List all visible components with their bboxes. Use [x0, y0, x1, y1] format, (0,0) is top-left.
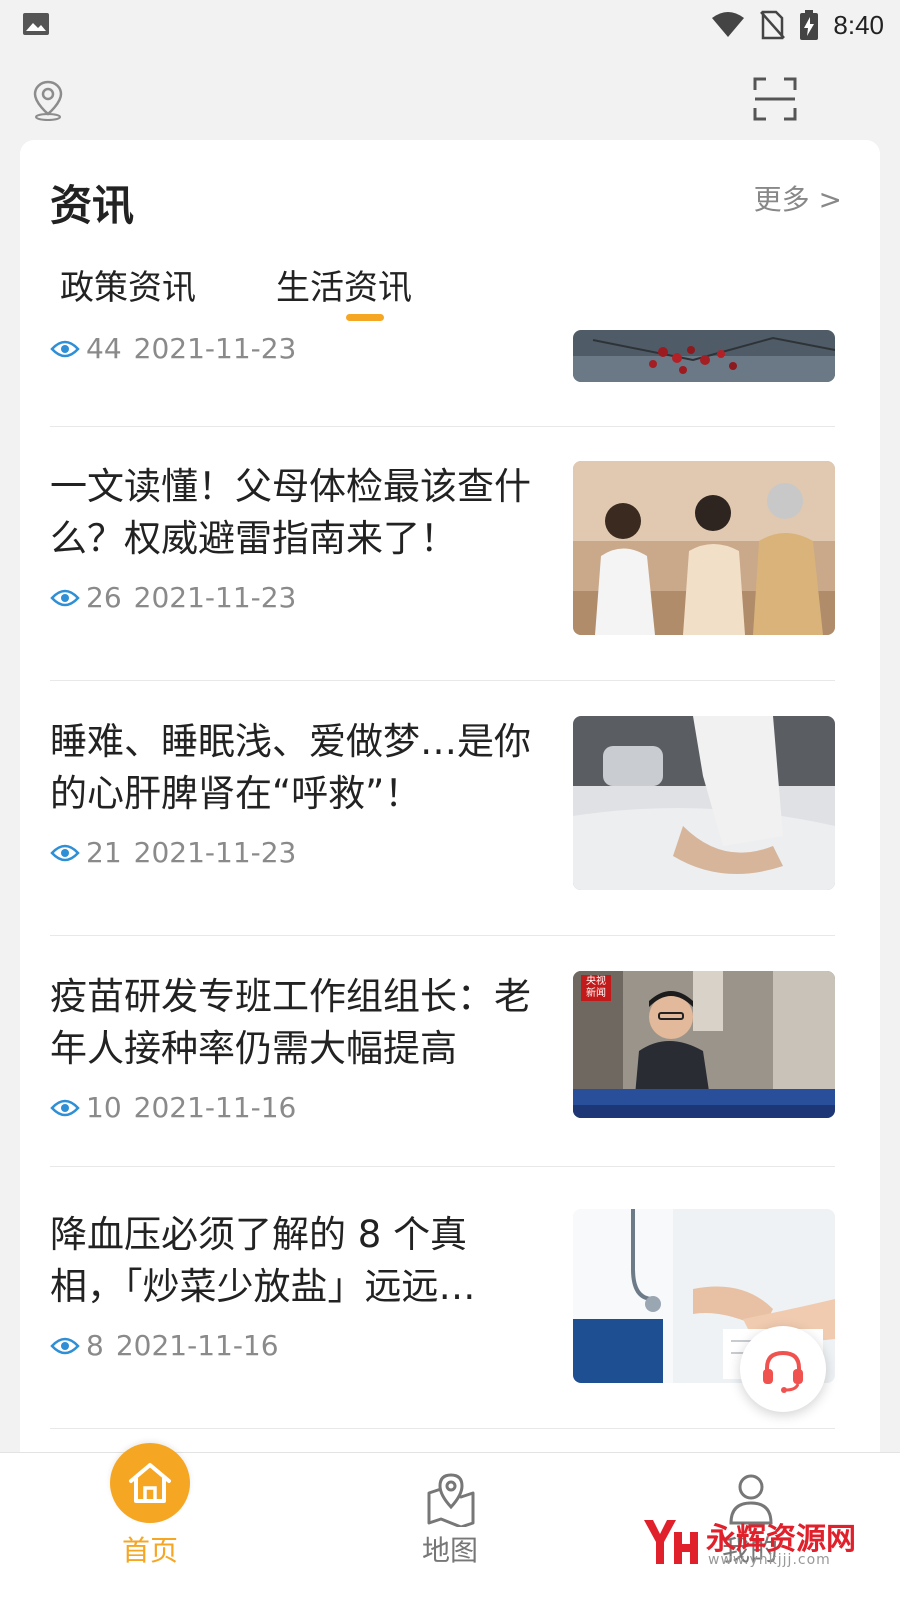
map-pin-icon	[427, 1473, 475, 1527]
news-item-meta: 8 2021-11-16	[50, 1329, 279, 1362]
status-indicators: 8:40	[711, 6, 884, 44]
view-count: 21	[86, 836, 122, 869]
app-screen: 8:40 资讯 更多 > 政策资讯 生活资讯 44 2021-11-23 一文读…	[0, 0, 900, 1600]
news-item-title: 疫苗研发专班工作组组长：老年人接种率仍需大幅提高	[50, 975, 531, 1070]
publish-date: 2021-11-23	[133, 836, 297, 869]
watermark: 永辉资源网 www.yhkjjj.com	[640, 1508, 890, 1588]
list-divider	[50, 680, 835, 681]
eye-icon	[50, 1099, 80, 1116]
active-tab-indicator	[346, 314, 384, 321]
tab-policy-news[interactable]: 政策资讯	[60, 260, 196, 309]
nav-home-label: 首页	[121, 1534, 178, 1567]
news-thumbnail	[573, 716, 835, 890]
view-count: 8	[86, 1329, 104, 1362]
publish-date: 2021-11-23	[133, 581, 297, 614]
publish-date: 2021-11-16	[133, 1091, 297, 1124]
news-thumbnail	[573, 461, 835, 635]
location-icon[interactable]	[30, 78, 66, 122]
news-thumbnail: 央视新闻	[573, 971, 835, 1118]
view-count: 10	[86, 1091, 122, 1124]
home-icon	[129, 1463, 171, 1503]
scan-icon[interactable]	[752, 76, 798, 122]
headset-icon	[763, 1350, 803, 1393]
battery-charging-icon	[800, 10, 819, 40]
news-item-meta: 21 2021-11-23	[50, 836, 296, 869]
publish-date: 2021-11-16	[115, 1329, 279, 1362]
nav-home[interactable]: 首页	[70, 1443, 230, 1600]
view-count: 26	[86, 581, 122, 614]
wifi-icon	[712, 12, 745, 37]
list-divider	[50, 1428, 835, 1429]
news-item[interactable]: 疫苗研发专班工作组组长：老年人接种率仍需大幅提高 10 2021-11-16 央…	[50, 971, 835, 1171]
thumbnail-badge: 央视新闻	[581, 975, 611, 1001]
watermark-logo	[644, 1520, 698, 1564]
view-count: 44	[86, 332, 122, 365]
status-bar: 8:40	[0, 0, 900, 50]
eye-icon	[50, 589, 80, 606]
news-item[interactable]: 降血压必须了解的 8 个真相，「炒菜少放盐」远远… 8 2021-11-16	[50, 1209, 835, 1434]
news-item[interactable]: 睡难、睡眠浅、爱做梦…是你的心肝脾肾在“呼救”！ 21 2021-11-23	[50, 716, 835, 941]
news-item-title: 降血压必须了解的 8 个真相，「炒菜少放盐」远远…	[50, 1213, 476, 1308]
list-divider	[50, 426, 835, 427]
eye-icon	[50, 340, 80, 357]
news-item-meta: 44 2021-11-23	[50, 332, 296, 365]
gallery-notification-icon	[23, 13, 49, 35]
section-title: 资讯	[50, 181, 135, 230]
tab-life-news[interactable]: 生活资讯	[276, 260, 412, 309]
nav-map[interactable]: 地图	[370, 1453, 530, 1600]
list-divider	[50, 1166, 835, 1167]
news-item-title: 一文读懂！父母体检最该查什么？权威避雷指南来了！	[50, 465, 531, 560]
top-toolbar	[0, 70, 900, 130]
more-link[interactable]: 更多 >	[754, 178, 842, 218]
list-divider	[50, 935, 835, 936]
news-item-title: 睡难、睡眠浅、爱做梦…是你的心肝脾肾在“呼救”！	[50, 720, 531, 815]
watermark-url: www.yhkjjj.com	[708, 1552, 831, 1568]
no-sim-icon	[760, 10, 786, 40]
news-item-meta: 10 2021-11-16	[50, 1091, 296, 1124]
news-list[interactable]: 44 2021-11-23 一文读懂！父母体检最该查什么？权威避雷指南来了！ 2…	[50, 330, 835, 1480]
status-time: 8:40	[833, 9, 884, 40]
eye-icon	[50, 844, 80, 861]
news-thumbnail	[573, 330, 835, 382]
nav-map-label: 地图	[421, 1534, 478, 1567]
customer-support-button[interactable]	[740, 1326, 826, 1412]
news-item-meta: 26 2021-11-23	[50, 581, 296, 614]
news-item[interactable]: 44 2021-11-23	[50, 330, 835, 428]
eye-icon	[50, 1337, 80, 1354]
publish-date: 2021-11-23	[133, 332, 297, 365]
news-item[interactable]: 一文读懂！父母体检最该查什么？权威避雷指南来了！ 26 2021-11-23	[50, 461, 835, 686]
news-card: 资讯 更多 > 政策资讯 生活资讯 44 2021-11-23 一文读懂！父母体…	[20, 140, 880, 1480]
home-icon-bubble	[110, 1443, 190, 1523]
